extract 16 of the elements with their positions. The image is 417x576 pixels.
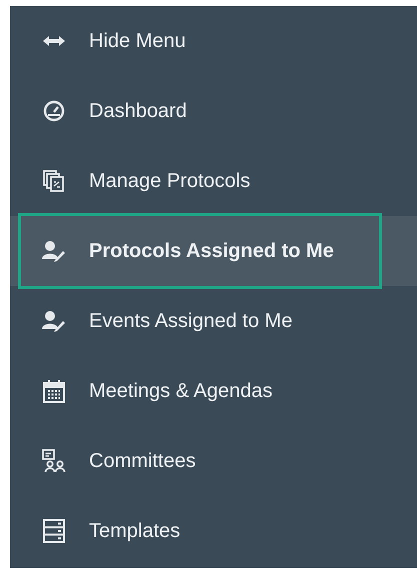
calendar-icon <box>43 379 65 403</box>
menu-item[interactable]: Meetings & Agendas <box>18 356 382 426</box>
menu-item[interactable]: Events Assigned to Me <box>18 286 382 356</box>
menu-item[interactable]: Committees <box>18 426 382 496</box>
stacked-documents-icon <box>43 170 65 192</box>
person-pencil-icon <box>42 240 66 262</box>
menu-item[interactable]: Protocols Assigned to Me <box>18 213 382 289</box>
menu-item[interactable]: Hide Menu <box>18 6 382 76</box>
gauge-icon <box>43 100 65 122</box>
menu-item[interactable]: Templates <box>18 496 382 566</box>
server-rack-icon <box>43 519 65 543</box>
double-arrow-icon <box>43 35 65 47</box>
person-pencil-icon <box>42 310 66 332</box>
menu-item[interactable]: Manage Protocols <box>18 146 382 216</box>
menu-item[interactable]: Dashboard <box>18 76 382 146</box>
people-chat-icon <box>42 449 66 473</box>
